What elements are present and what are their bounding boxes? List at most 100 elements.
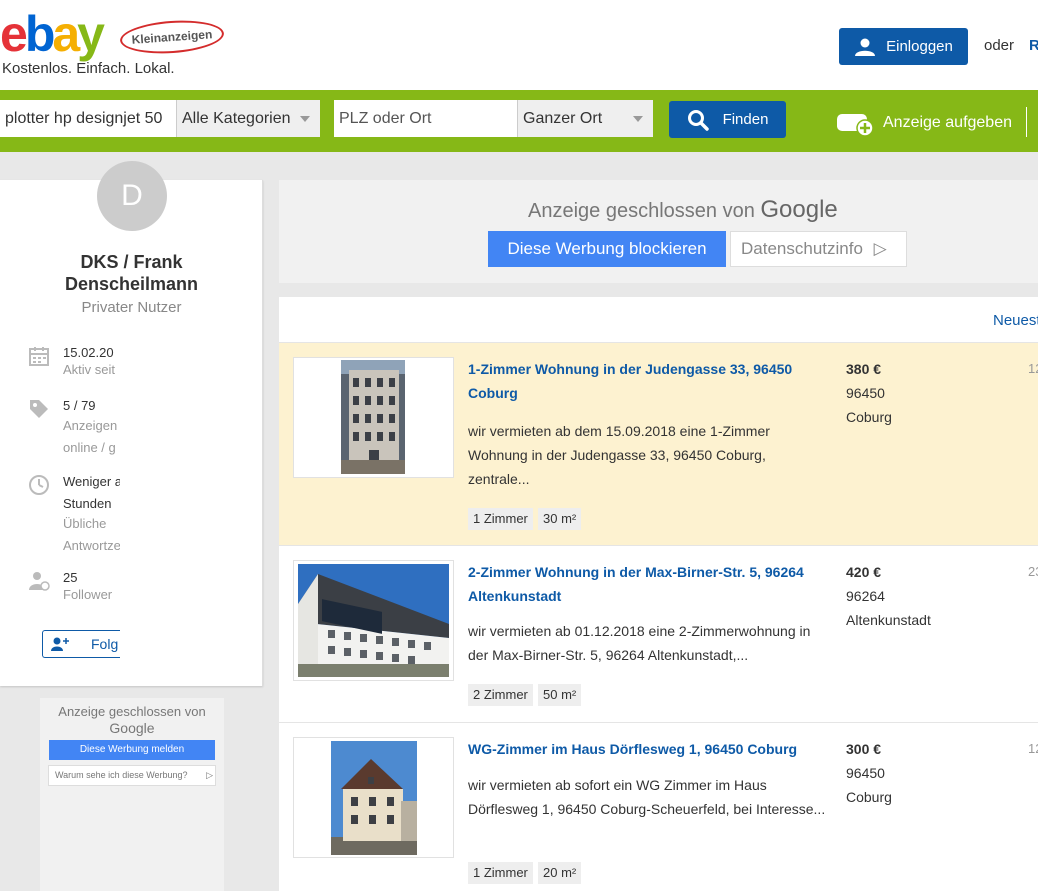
response-label-line2: Antwortze	[63, 538, 120, 553]
listing-results: Neuest 1-Zimmer Wohnung in der Judengass…	[279, 297, 1038, 891]
listing-location: 96450 Coburg	[846, 761, 892, 809]
seller-name-line1: DKS / Frank	[80, 252, 183, 272]
rooms-tag: 1 Zimmer	[468, 508, 533, 530]
building-image	[298, 564, 449, 677]
listing-description: wir vermieten ab dem 15.09.2018 eine 1-Z…	[468, 423, 770, 487]
listing-title[interactable]: 2-Zimmer Wohnung in der Max-Birner-Str. …	[468, 560, 833, 608]
listing-location: 96450 Coburg	[846, 381, 892, 429]
privacy-info-button[interactable]: Datenschutzinfo ▷	[730, 231, 907, 267]
listing-location: 96264 Altenkunstadt	[846, 584, 931, 632]
ad-closed-label: Anzeige geschlossen von	[528, 200, 755, 222]
list-item[interactable]: 1-Zimmer Wohnung in der Judengasse 33, 9…	[279, 343, 1038, 546]
google-label: Google	[109, 720, 155, 736]
block-ad-button[interactable]: Diese Werbung blockieren	[488, 231, 726, 267]
site-header: ebay Kleinanzeigen Kostenlos. Einfach. L…	[0, 0, 1038, 90]
find-label: Finden	[722, 111, 769, 128]
find-button[interactable]: Finden	[669, 101, 786, 138]
left-ad-placeholder: Anzeige geschlossen von Google Diese Wer…	[40, 698, 224, 891]
building-image	[341, 360, 405, 474]
why-ad-button[interactable]: Warum sehe ich diese Werbung? ▷	[48, 765, 216, 786]
followers-label: Follower	[63, 587, 113, 602]
listing-city: Coburg	[846, 789, 892, 805]
listing-date: 12	[1028, 361, 1038, 376]
add-user-icon	[51, 637, 69, 651]
user-icon	[855, 38, 876, 56]
login-button[interactable]: Einloggen	[839, 28, 968, 65]
area-tag: 50 m²	[538, 684, 582, 706]
response-time: Weniger a Stunden Übliche Antwortze	[28, 474, 120, 558]
listing-city: Coburg	[846, 409, 892, 425]
ebay-logo[interactable]: ebay	[0, 4, 105, 64]
listing-date: 23	[1028, 564, 1038, 579]
follow-button[interactable]: Folg	[42, 630, 120, 658]
search-input[interactable]: plotter hp designjet 50	[0, 100, 176, 137]
listing-description: wir vermieten ab sofort ein WG Zimmer im…	[468, 777, 826, 817]
report-ad-button[interactable]: Diese Werbung melden	[49, 740, 215, 760]
adchoices-icon: ▷	[873, 239, 887, 258]
radius-value: Ganzer Ort	[523, 110, 603, 127]
seller-type: Privater Nutzer	[81, 299, 182, 316]
building-image	[331, 741, 417, 855]
active-since: 15.02.20 Aktiv seit	[28, 345, 120, 385]
clock-icon	[29, 475, 49, 495]
listing-thumbnail[interactable]	[293, 560, 454, 681]
tagline: Kostenlos. Einfach. Lokal.	[2, 60, 175, 77]
listing-title[interactable]: WG-Zimmer im Haus Dörflesweg 1, 96450 Co…	[468, 737, 833, 761]
listing-price: 380 €	[846, 361, 882, 377]
avatar: D	[97, 161, 167, 231]
ads-count-value: 5 / 79	[63, 398, 96, 413]
divider	[1026, 107, 1027, 137]
followers-count: 25	[63, 570, 78, 585]
active-since-value: 15.02.20	[63, 345, 114, 360]
seller-name: DKS / Frank Denscheilmann	[0, 251, 263, 295]
sort-bar: Neuest	[279, 297, 1038, 343]
rooms-tag: 1 Zimmer	[468, 862, 533, 884]
add-ad-icon	[837, 114, 874, 137]
followers: 25 Follower	[28, 570, 120, 610]
register-link[interactable]: R	[1029, 37, 1038, 54]
listing-zip: 96450	[846, 385, 885, 401]
privacy-info-label: Datenschutzinfo	[741, 239, 863, 258]
or-text: oder	[984, 37, 1015, 54]
area-tag: 30 m²	[538, 508, 582, 530]
calendar-icon	[29, 347, 49, 366]
location-input[interactable]: PLZ oder Ort	[334, 100, 518, 137]
seller-profile-card: D DKS / Frank Denscheilmann Privater Nut…	[0, 161, 263, 686]
listing-thumbnail[interactable]	[293, 737, 454, 858]
tag-icon	[30, 400, 48, 418]
listing-price: 420 €	[846, 564, 882, 580]
ads-label-line1: Anzeigen	[63, 418, 118, 433]
listing-zip: 96450	[846, 765, 885, 781]
listing-city: Altenkunstadt	[846, 612, 931, 628]
post-ad-button[interactable]: Anzeige aufgeben	[836, 108, 1012, 138]
category-select[interactable]: Alle Kategorien	[176, 100, 320, 137]
response-line1: Weniger a	[63, 474, 120, 489]
ad-closed-text: Anzeige geschlossen von Google	[528, 196, 838, 224]
seller-name-line2: Denscheilmann	[64, 274, 199, 294]
search-icon	[687, 109, 709, 131]
list-item[interactable]: WG-Zimmer im Haus Dörflesweg 1, 96450 Co…	[279, 723, 1038, 891]
ads-label-line2: online / g	[63, 440, 116, 455]
why-ad-label: Warum sehe ich diese Werbung?	[55, 770, 188, 780]
listing-title[interactable]: 1-Zimmer Wohnung in der Judengasse 33, 9…	[468, 357, 833, 405]
response-label-line1: Übliche	[63, 516, 107, 531]
ads-count: 5 / 79 Anzeigen online / g	[28, 398, 120, 460]
listing-zip: 96264	[846, 588, 885, 604]
list-item[interactable]: 2-Zimmer Wohnung in der Max-Birner-Str. …	[279, 546, 1038, 723]
follow-label: Folg	[91, 636, 119, 652]
rooms-tag: 2 Zimmer	[468, 684, 533, 706]
listing-date: 12	[1028, 741, 1038, 756]
adchoices-icon: ▷	[206, 770, 213, 780]
response-line2: Stunden	[63, 496, 112, 511]
sort-newest-link[interactable]: Neuest	[993, 312, 1038, 329]
listing-thumbnail[interactable]	[293, 357, 454, 478]
listing-description: wir vermieten ab 01.12.2018 eine 2-Zimme…	[468, 623, 811, 663]
area-tag: 20 m²	[538, 862, 582, 884]
google-label: Google	[760, 196, 838, 223]
login-label: Einloggen	[886, 38, 953, 55]
ad-closed-label: Anzeige geschlossen von	[58, 704, 206, 719]
chevron-down-icon	[633, 116, 643, 122]
active-since-label: Aktiv seit	[63, 362, 116, 377]
listing-price: 300 €	[846, 741, 882, 757]
radius-select[interactable]: Ganzer Ort	[517, 100, 653, 137]
